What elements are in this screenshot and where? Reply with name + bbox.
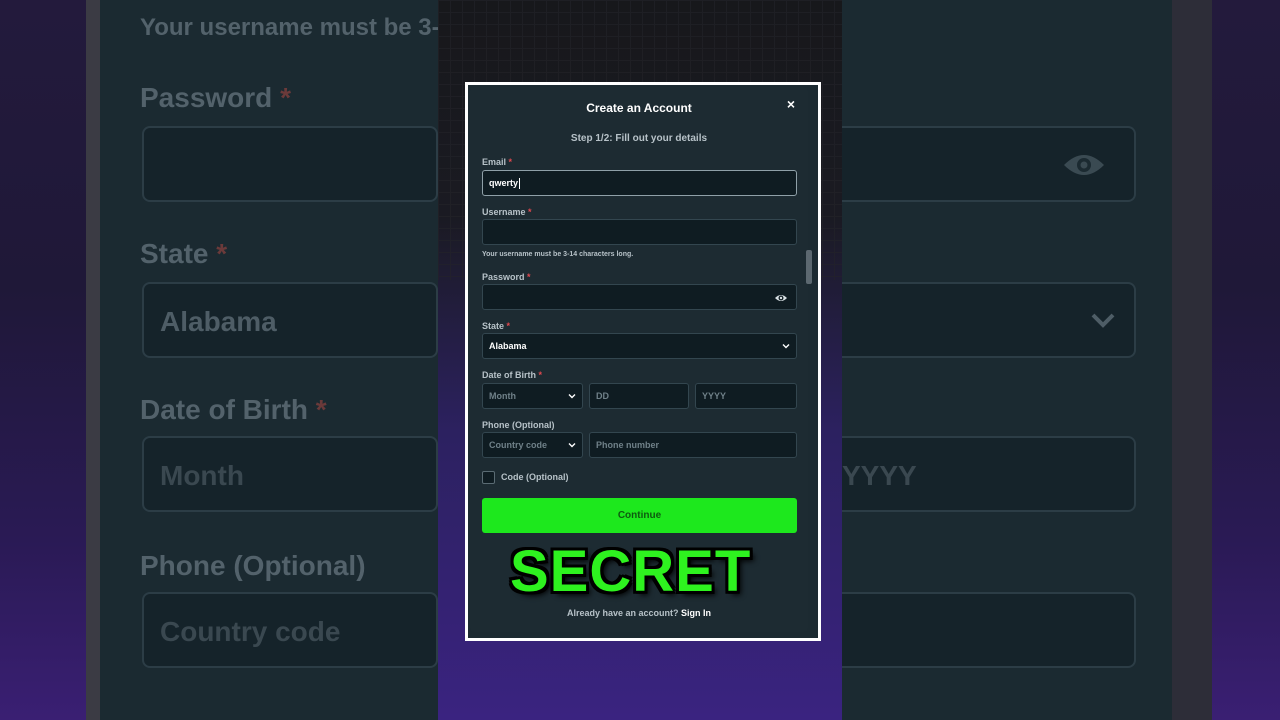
bg-chevron-down-icon (1091, 313, 1115, 328)
bg-username-hint: Your username must be 3-1 (140, 14, 453, 41)
chevron-down-icon (568, 443, 576, 448)
bg-password-field-right (842, 126, 1136, 202)
country-code-select[interactable]: Country code (482, 432, 583, 458)
bg-month-placeholder: Month (160, 460, 244, 491)
state-label: State * (482, 321, 511, 331)
dob-day-input[interactable]: DD (589, 383, 689, 409)
email-field[interactable]: qwerty (482, 170, 797, 196)
bg-month-field: Month (142, 436, 438, 512)
code-checkbox[interactable] (482, 471, 495, 484)
bg-password-field (142, 126, 438, 202)
password-label: Password * (482, 272, 531, 282)
bg-eye-icon (1064, 155, 1104, 175)
state-value: Alabama (489, 341, 527, 351)
username-field[interactable] (482, 219, 797, 245)
phone-number-input[interactable]: Phone number (589, 432, 797, 458)
video-caption: SECRET (510, 539, 752, 604)
bg-phone-label: Phone (Optional) (140, 550, 366, 581)
dob-year-input[interactable]: YYYY (695, 383, 797, 409)
chevron-down-icon (782, 344, 790, 349)
modal-title: Create an Account (586, 101, 692, 115)
bg-dob-label: Date of Birth * (140, 394, 327, 425)
text-cursor (519, 178, 521, 190)
already-have-account: Already have an account? Sign In (470, 608, 808, 618)
username-hint: Your username must be 3-14 characters lo… (482, 251, 634, 258)
bg-state-field: Alabama (142, 282, 438, 358)
background-frame-right (1172, 0, 1212, 720)
chevron-down-icon (568, 394, 576, 399)
email-label: Email * (482, 157, 513, 167)
bg-password-label: Password * (140, 82, 291, 113)
modal-scrollbar[interactable] (806, 250, 812, 284)
bg-state-label: State * (140, 238, 228, 269)
password-field[interactable] (482, 284, 797, 310)
state-select[interactable]: Alabama (482, 333, 797, 359)
dob-label: Date of Birth * (482, 370, 543, 380)
close-icon[interactable]: × (784, 97, 798, 111)
eye-icon[interactable] (774, 291, 788, 305)
continue-button[interactable]: Continue (482, 498, 797, 533)
bg-year-placeholder: YYYY (842, 460, 917, 491)
bg-country-field: Country code (142, 592, 438, 668)
sign-in-link[interactable]: Sign In (681, 608, 711, 618)
bg-country-placeholder: Country code (160, 616, 341, 647)
bg-state-value: Alabama (160, 306, 277, 337)
username-label: Username * (482, 207, 532, 217)
bg-phone-field-right (842, 592, 1136, 668)
background-frame-left (86, 0, 100, 720)
already-text: Already have an account? (566, 608, 679, 618)
code-checkbox-label: Code (Optional) (501, 472, 569, 482)
country-code-placeholder: Country code (489, 440, 548, 450)
dob-month-placeholder: Month (489, 391, 516, 401)
bg-year-field: YYYY (842, 436, 1136, 512)
dob-month-select[interactable]: Month (482, 383, 583, 409)
bg-state-field-right (842, 282, 1136, 358)
email-value: qwerty (489, 178, 519, 188)
phone-label: Phone (Optional) (482, 420, 555, 430)
step-indicator: Step 1/2: Fill out your details (570, 133, 708, 144)
